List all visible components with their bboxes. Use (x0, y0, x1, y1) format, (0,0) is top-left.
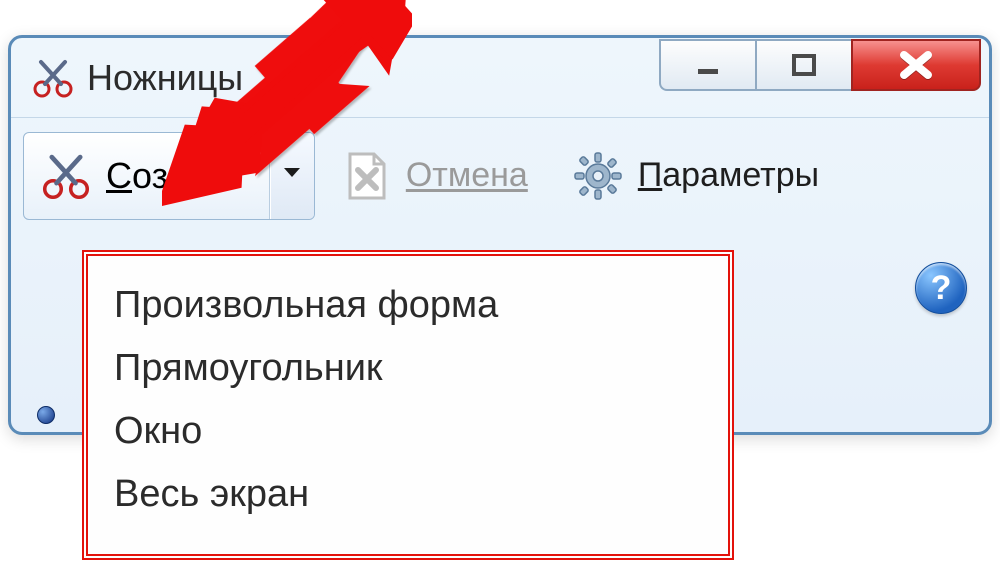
gear-icon (572, 150, 624, 202)
options-button[interactable]: Параметры (553, 132, 838, 220)
help-icon: ? (931, 269, 952, 308)
minimize-button[interactable] (659, 39, 755, 91)
dropdown-item-freeform[interactable]: Произвольная форма (114, 274, 702, 337)
toolbar: Создать Отмена (11, 118, 989, 233)
titlebar: Ножницы (11, 38, 989, 118)
annotation-arrow-icon (162, 0, 412, 214)
dropdown-item-window[interactable]: Окно (114, 400, 702, 463)
close-button[interactable] (851, 39, 981, 91)
dropdown-item-rectangle[interactable]: Прямоугольник (114, 337, 702, 400)
window-controls (659, 39, 981, 91)
dropdown-item-fullscreen[interactable]: Весь экран (114, 463, 702, 526)
maximize-button[interactable] (755, 39, 851, 91)
options-label: Параметры (638, 156, 819, 195)
create-dropdown-menu: Произвольная форма Прямоугольник Окно Ве… (82, 250, 734, 560)
bullet-indicator (37, 406, 55, 424)
cancel-label: Отмена (406, 156, 528, 195)
scissors-icon (31, 56, 75, 100)
help-button[interactable]: ? (915, 262, 967, 314)
scissors-icon (40, 150, 92, 202)
